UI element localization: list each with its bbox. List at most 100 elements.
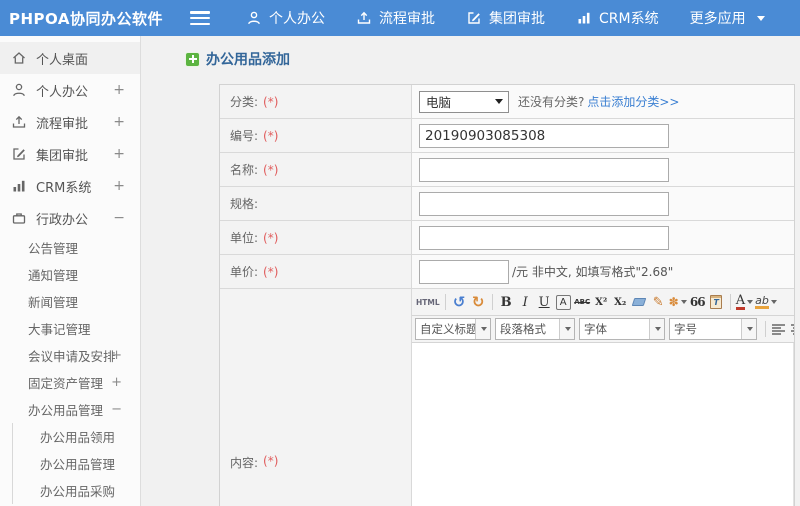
collapse-toggle[interactable]: − (111, 402, 122, 417)
toolbar-separator (765, 321, 766, 337)
edit-square-icon (466, 10, 482, 26)
font-color-button[interactable]: A (735, 292, 754, 312)
underline-button[interactable]: U (535, 292, 554, 312)
name-cell (412, 153, 794, 186)
sidebar-item-crm-system[interactable]: CRM系统 + (0, 170, 140, 202)
hamburger-menu-icon[interactable] (190, 11, 210, 25)
price-input[interactable] (419, 259, 509, 284)
redo-button[interactable]: ↻ (469, 292, 488, 312)
editor-canvas[interactable] (412, 343, 794, 506)
font-family-select[interactable]: 字体 (579, 318, 665, 340)
sidebar-item-office-supplies-purchase[interactable]: 办公用品采购 (0, 477, 140, 504)
expand-toggle[interactable]: + (113, 178, 125, 194)
bar-chart-icon (576, 10, 592, 26)
align-center-button[interactable] (789, 319, 794, 339)
category-select[interactable]: 电脑 (419, 90, 509, 113)
sidebar-item-admin-office[interactable]: 行政办公 − (0, 202, 140, 234)
sidebar-item-fixed-assets-mgmt[interactable]: 固定资产管理 + (0, 369, 140, 396)
sidebar-item-label: 公告管理 (28, 241, 79, 256)
spec-input[interactable] (419, 191, 669, 216)
custom-title-select[interactable]: 自定义标题 (415, 318, 491, 340)
sidebar-item-label: 个人办公 (36, 84, 89, 100)
dropdown-label: 字号 (674, 322, 697, 336)
dropdown-label: 段落格式 (500, 322, 546, 336)
sidebar-item-personal-office[interactable]: 个人办公 + (0, 74, 140, 106)
nav-label: 更多应用 (689, 11, 746, 27)
italic-button[interactable]: I (516, 292, 535, 312)
blockquote-button[interactable]: 66 (688, 292, 707, 312)
undo-button[interactable]: ↺ (450, 292, 469, 312)
sidebar-item-news-mgmt[interactable]: 新闻管理 (0, 288, 140, 315)
sidebar-item-group-approval[interactable]: 集团审批 + (0, 138, 140, 170)
sidebar-item-office-supplies-manage[interactable]: 办公用品管理 (0, 450, 140, 477)
category-hint: 还没有分类? (518, 95, 585, 109)
required-mark: (*) (263, 454, 279, 468)
paste-as-text-button[interactable]: T (707, 292, 726, 312)
html-source-button[interactable]: HTML (415, 292, 441, 312)
sidebar-item-label: 新闻管理 (28, 295, 79, 310)
highlight-color-button[interactable]: ab (754, 292, 778, 312)
nav-label: 流程审批 (379, 11, 435, 27)
eraser-button[interactable] (630, 292, 649, 312)
sidebar-item-memorabilia-mgmt[interactable]: 大事记管理 (0, 315, 140, 342)
nav-label: CRM系统 (599, 11, 659, 27)
required-mark: (*) (263, 128, 279, 143)
format-brush-button[interactable]: ✎ (649, 292, 668, 312)
bold-button[interactable]: B (497, 292, 516, 312)
expand-toggle[interactable]: + (111, 375, 122, 390)
char-border-button[interactable]: A (555, 294, 571, 310)
collapse-toggle[interactable]: − (113, 210, 125, 226)
price-label: 单价: (*) (220, 255, 412, 288)
label-text: 分类: (230, 95, 259, 109)
dropdown-caret (475, 319, 490, 339)
sidebar-item-notification-mgmt[interactable]: 通知管理 (0, 261, 140, 288)
sidebar-item-announcement-mgmt[interactable]: 公告管理 (0, 234, 140, 261)
dropdown-caret (649, 319, 664, 339)
sidebar-item-office-supplies-receive[interactable]: 办公用品领用 (0, 423, 140, 450)
paragraph-format-select[interactable]: 段落格式 (495, 318, 575, 340)
sidebar-item-label: 集团审批 (36, 148, 89, 164)
content-label: 内容: (*) (220, 289, 412, 506)
align-left-button[interactable] (770, 319, 789, 339)
add-category-link[interactable]: 点击添加分类>> (587, 93, 679, 110)
number-input[interactable] (419, 123, 669, 148)
editor-toolbar-row2: 自定义标题 段落格式 字体 字号 (412, 316, 794, 343)
sidebar-item-label: 办公用品管理 (40, 457, 116, 472)
auto-typeset-button[interactable]: ✽ (668, 292, 688, 312)
expand-toggle[interactable]: + (111, 348, 122, 363)
expand-toggle[interactable]: + (113, 146, 125, 162)
sidebar-item-label: 通知管理 (28, 268, 79, 283)
sidebar-item-label: 会议申请及安排 (28, 349, 116, 364)
category-label: 分类: (*) (220, 85, 412, 118)
nav-crm-system[interactable]: CRM系统 (576, 8, 659, 28)
sidebar-item-process-approval[interactable]: 流程审批 + (0, 106, 140, 138)
expand-toggle[interactable]: + (113, 114, 125, 130)
expand-toggle[interactable]: + (113, 82, 125, 98)
sidebar-item-label: 流程审批 (36, 116, 89, 132)
sidebar-item-office-supplies-mgmt[interactable]: 办公用品管理 − (0, 396, 140, 423)
sidebar-item-meeting-request[interactable]: 会议申请及安排 + (0, 342, 140, 369)
upload-icon (356, 10, 372, 26)
nav-group-approval[interactable]: 集团审批 (466, 8, 545, 28)
strikethrough-button[interactable]: ABC (573, 292, 592, 312)
sidebar-item-personal-desktop[interactable]: 个人桌面 (0, 42, 140, 74)
nav-process-approval[interactable]: 流程审批 (356, 8, 435, 28)
unit-cell (412, 221, 794, 254)
page-title-text: 办公用品添加 (206, 52, 290, 68)
nav-more-apps[interactable]: 更多应用 (690, 8, 765, 28)
align-center-icon (791, 323, 794, 335)
nav-personal-office[interactable]: 个人办公 (246, 8, 325, 28)
caret-down-icon (655, 327, 661, 331)
person-icon (11, 82, 27, 98)
superscript-button[interactable]: X² (592, 292, 611, 312)
unit-input[interactable] (419, 225, 669, 250)
font-size-select[interactable]: 字号 (669, 318, 757, 340)
nav-label: 集团审批 (489, 11, 545, 27)
top-nav: 个人办公 流程审批 集团审批 CRM系统 更多应用 (246, 8, 796, 28)
form-row-category: 分类: (*) 电脑 还没有分类? 点击添加分类>> (220, 85, 794, 119)
category-selected-value: 电脑 (426, 95, 452, 110)
name-input[interactable] (419, 157, 669, 182)
subscript-button[interactable]: X₂ (611, 292, 630, 312)
font-color-icon: A (735, 292, 746, 310)
price-cell: /元 非中文, 如填写格式"2.68" (412, 255, 794, 288)
